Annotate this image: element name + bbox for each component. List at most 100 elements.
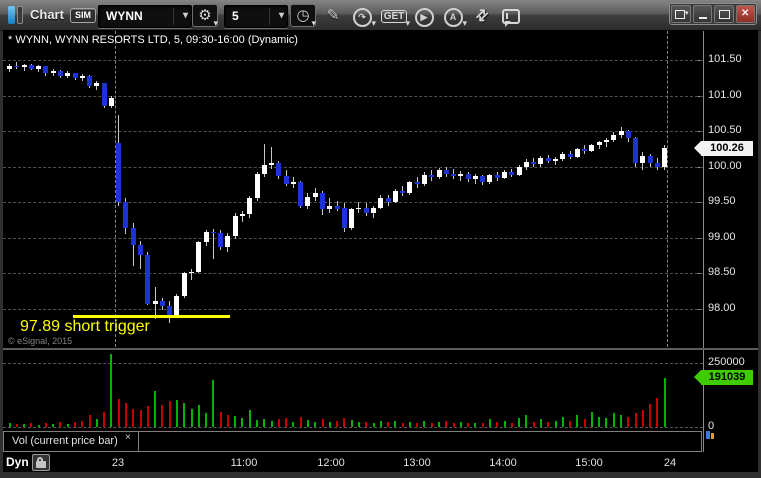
volume-bar — [103, 412, 105, 427]
get-data-button[interactable]: GET ▾ — [379, 5, 410, 28]
volume-bar — [285, 418, 287, 427]
esignal-chip-icon — [706, 431, 715, 439]
chart-header: * WYNN, WYNN RESORTS LTD, 5, 09:30-16:00… — [8, 34, 298, 46]
candle — [458, 174, 463, 176]
candle — [342, 208, 347, 228]
candle — [437, 170, 442, 177]
symbol-settings-button[interactable]: ⚙ ▾ — [192, 4, 218, 28]
swap-arrows-icon: ⇄ — [471, 5, 493, 26]
chevron-down-icon[interactable]: ▾ — [183, 10, 188, 21]
maximize-button[interactable] — [714, 5, 734, 23]
replay-button[interactable]: ▶ — [411, 5, 437, 27]
notes-button[interactable] — [498, 5, 524, 27]
candle — [174, 296, 179, 317]
volume-bar — [154, 391, 156, 427]
volume-bar — [96, 419, 98, 427]
volume-bar — [227, 415, 229, 427]
volume-bar — [249, 410, 251, 427]
price-axis-line — [703, 31, 704, 452]
candle — [255, 174, 260, 198]
close-button[interactable]: ✕ — [735, 5, 755, 23]
volume-bar — [140, 410, 142, 427]
auto-button[interactable]: A ▾ — [440, 5, 467, 28]
candle — [80, 76, 85, 78]
volume-bar — [358, 422, 360, 427]
candle — [211, 232, 216, 233]
clock-icon: ◷ — [296, 7, 310, 24]
volume-bar — [278, 419, 280, 427]
tab-close-icon[interactable]: × — [125, 432, 131, 443]
candle — [291, 182, 296, 184]
candle — [575, 149, 580, 157]
popout-icon — [675, 10, 685, 19]
volume-bar — [562, 417, 564, 427]
candle — [582, 149, 587, 151]
tab-volume[interactable]: Vol (current price bar) — [12, 435, 118, 447]
study-tab-strip: Vol (current price bar) × — [3, 431, 702, 452]
candle — [7, 66, 12, 69]
volume-bar — [89, 415, 91, 427]
candle — [262, 165, 267, 174]
volume-bar — [569, 421, 571, 427]
volume-bar — [161, 405, 163, 427]
candle — [415, 182, 420, 184]
draw-tool-button[interactable]: ✎ — [320, 5, 346, 27]
volume-bar — [474, 423, 476, 427]
volume-bar — [482, 423, 484, 427]
symbol-dropdown[interactable]: WYNN ▾ — [98, 5, 192, 28]
candle — [451, 174, 456, 176]
candle — [305, 197, 310, 206]
symbol-value: WYNN — [106, 9, 143, 23]
volume-bar — [627, 417, 629, 427]
volume-bar — [460, 422, 462, 427]
volume-bar — [322, 419, 324, 427]
candle — [371, 208, 376, 213]
volume-bar — [496, 422, 498, 427]
candle-wick — [271, 147, 272, 169]
chevron-down-icon: ▾ — [462, 18, 467, 28]
candle — [400, 191, 405, 193]
volume-bar — [336, 421, 338, 427]
interval-dropdown[interactable]: 5 ▾ — [224, 5, 288, 28]
volume-tick-label: 0 — [708, 420, 715, 432]
candle — [480, 176, 485, 182]
candle — [116, 143, 121, 202]
link-windows-button[interactable]: ⇄ — [469, 5, 495, 27]
minimize-button[interactable] — [692, 5, 712, 23]
volume-bar — [373, 423, 375, 427]
volume-bar — [540, 419, 542, 427]
candle — [553, 159, 558, 161]
price-gridline — [3, 202, 703, 203]
chevron-down-icon[interactable]: ▾ — [279, 10, 284, 21]
candle — [407, 182, 412, 193]
panel-separator[interactable] — [3, 348, 758, 350]
candle — [204, 232, 209, 242]
volume-bar — [365, 422, 367, 427]
volume-bar — [518, 418, 520, 427]
lock-button[interactable] — [32, 454, 50, 471]
candle — [364, 208, 369, 213]
candle — [327, 206, 332, 209]
candle — [14, 66, 19, 67]
volume-bar — [533, 422, 535, 427]
volume-bar — [423, 421, 425, 427]
volume-bar — [16, 424, 18, 427]
copyright-watermark: © eSignal, 2015 — [8, 336, 73, 346]
gear-icon: ⚙ — [198, 7, 212, 24]
candle — [422, 175, 427, 184]
candle — [240, 214, 245, 216]
volume-bar — [635, 413, 637, 427]
candle — [560, 154, 565, 159]
price-tick-label: 100.50 — [708, 124, 742, 136]
volume-bar — [271, 421, 273, 427]
candle — [65, 73, 70, 76]
candle — [444, 170, 449, 174]
candle — [356, 208, 361, 209]
trend-tools-button[interactable]: ↷ ▾ — [349, 5, 376, 28]
time-template-button[interactable]: ◷ ▾ — [290, 4, 316, 28]
price-tick-label: 99.00 — [708, 231, 736, 243]
candle — [43, 66, 48, 73]
tab-divider — [138, 432, 139, 451]
popout-button[interactable]: ▾ — [671, 5, 691, 23]
volume-bar — [234, 416, 236, 427]
